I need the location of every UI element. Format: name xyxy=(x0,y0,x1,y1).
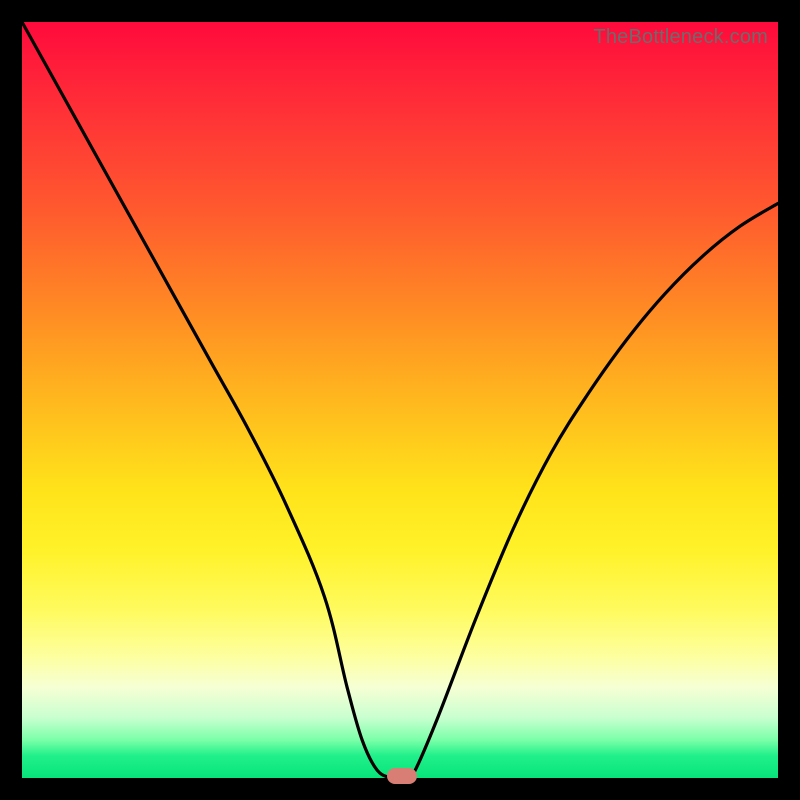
optimum-marker xyxy=(387,768,417,784)
bottleneck-curve xyxy=(22,22,778,778)
chart-stage: TheBottleneck.com xyxy=(0,0,800,800)
plot-area: TheBottleneck.com xyxy=(22,22,778,778)
